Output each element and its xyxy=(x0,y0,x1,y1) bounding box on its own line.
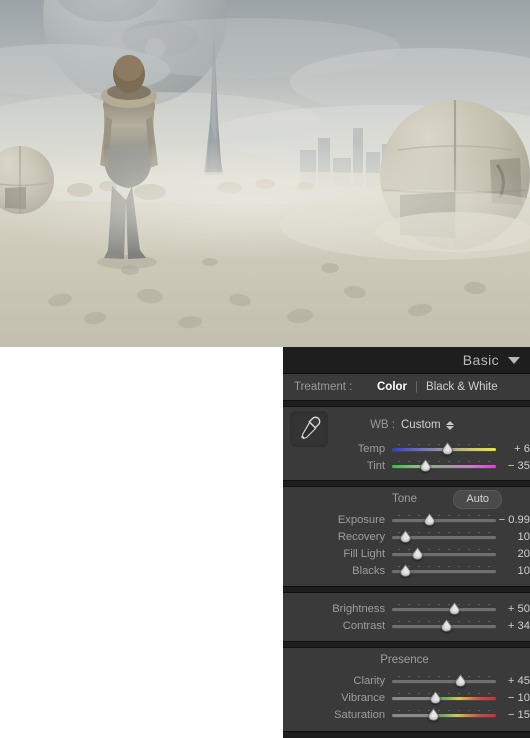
slider-value[interactable]: + 45 xyxy=(498,675,530,687)
wb-preset-value: Custom xyxy=(401,419,441,431)
slider-handle[interactable] xyxy=(448,602,461,615)
wb-preset-dropdown[interactable]: Custom xyxy=(401,419,454,431)
slider-row-tint: Tint − 35 xyxy=(283,457,530,474)
tone-section-header: Tone Auto xyxy=(283,487,530,511)
slider-tick-marks xyxy=(394,460,495,463)
slider-value[interactable]: − 10 xyxy=(498,692,530,704)
slider-handle[interactable] xyxy=(429,691,442,704)
slider-row-brightness: Brightness + 50 xyxy=(283,600,530,617)
presence-block: Presence Clarity + 45 Vibrance − 10 Saturati… xyxy=(283,647,530,732)
white-balance-selector-well[interactable] xyxy=(290,411,328,447)
slider-track-exposure[interactable] xyxy=(392,513,497,526)
slider-track-line xyxy=(392,697,497,700)
slider-handle[interactable] xyxy=(441,442,454,455)
slider-label: Blacks xyxy=(352,564,386,577)
brightness-contrast-block: Brightness + 50 Contrast + 34 xyxy=(283,592,530,642)
slider-handle[interactable] xyxy=(423,513,436,526)
panel-title: Basic xyxy=(462,352,499,368)
treatment-option-color[interactable]: Color xyxy=(377,381,407,393)
tone-sliders: Exposure − 0.99 Recovery 10 Fill Light 20 Blac… xyxy=(283,511,530,579)
slider-tick-marks xyxy=(394,692,495,695)
slider-track-brightness[interactable] xyxy=(392,602,497,615)
presence-title: Presence xyxy=(380,654,429,666)
slider-label: Brightness xyxy=(332,602,386,615)
slider-handle[interactable] xyxy=(411,547,424,560)
slider-label: Tint xyxy=(366,459,386,472)
treatment-row: Treatment : Color | Black & White xyxy=(283,374,530,400)
slider-handle[interactable] xyxy=(399,564,412,577)
slider-tick-marks xyxy=(394,548,495,551)
slider-track-fill-light[interactable] xyxy=(392,547,497,560)
basic-panel-header[interactable]: Basic xyxy=(283,347,530,373)
slider-track-clarity[interactable] xyxy=(392,674,497,687)
blank-workspace-area xyxy=(0,347,283,738)
slider-label: Fill Light xyxy=(343,547,386,560)
slider-value[interactable]: 20 xyxy=(498,548,530,560)
slider-track-vibrance[interactable] xyxy=(392,691,497,704)
slider-track-line xyxy=(392,608,497,611)
slider-handle[interactable] xyxy=(454,674,467,687)
slider-value[interactable]: − 35 xyxy=(498,460,530,472)
treatment-separator: | xyxy=(415,381,419,393)
slider-value[interactable]: 10 xyxy=(498,531,530,543)
slider-value[interactable]: − 15 xyxy=(498,709,530,721)
slider-handle[interactable] xyxy=(427,708,440,721)
slider-tick-marks xyxy=(394,675,495,678)
develop-right-panel: Basic Treatment : Color | Black & White … xyxy=(283,347,530,738)
slider-row-vibrance: Vibrance − 10 xyxy=(283,689,530,706)
treatment-option-black-and-white[interactable]: Black & White xyxy=(426,381,498,393)
white-balance-block: WB : Custom Temp + 6 Tint − 35 xyxy=(283,406,530,481)
tone-title: Tone xyxy=(392,493,417,505)
slider-value[interactable]: + 50 xyxy=(498,603,530,615)
slider-handle[interactable] xyxy=(440,619,453,632)
slider-track-contrast[interactable] xyxy=(392,619,497,632)
slider-track-recovery[interactable] xyxy=(392,530,497,543)
eyedropper-icon xyxy=(301,416,321,440)
treatment-label: Treatment : xyxy=(294,381,353,393)
slider-value[interactable]: − 0.99 xyxy=(498,514,530,526)
photo-artwork xyxy=(0,0,530,347)
slider-value[interactable]: + 34 xyxy=(498,620,530,632)
slider-label: Recovery xyxy=(337,530,386,543)
presence-section-header: Presence xyxy=(283,648,530,672)
slider-tick-marks xyxy=(394,603,495,606)
chevron-down-icon[interactable] xyxy=(508,356,520,364)
slider-row-exposure: Exposure − 0.99 xyxy=(283,511,530,528)
slider-track-line xyxy=(392,519,497,522)
slider-track-tint[interactable] xyxy=(392,459,497,472)
presence-sliders: Clarity + 45 Vibrance − 10 Saturation − 15 xyxy=(283,672,530,723)
treatment-block: Treatment : Color | Black & White xyxy=(283,373,530,401)
slider-row-saturation: Saturation − 15 xyxy=(283,706,530,723)
slider-tick-marks xyxy=(394,514,495,517)
slider-row-contrast: Contrast + 34 xyxy=(283,617,530,634)
slider-track-line xyxy=(392,553,497,556)
slider-value[interactable]: 10 xyxy=(498,565,530,577)
slider-track-line xyxy=(392,680,497,683)
slider-row-fill-light: Fill Light 20 xyxy=(283,545,530,562)
slider-track-temp[interactable] xyxy=(392,442,497,455)
slider-label: Contrast xyxy=(342,619,386,632)
slider-handle[interactable] xyxy=(399,530,412,543)
stepper-updown-icon[interactable] xyxy=(445,420,454,430)
slider-row-clarity: Clarity + 45 xyxy=(283,672,530,689)
slider-track-line xyxy=(392,714,497,717)
slider-label: Vibrance xyxy=(341,691,386,704)
slider-label: Exposure xyxy=(337,513,386,526)
slider-label: Clarity xyxy=(353,674,386,687)
slider-tick-marks xyxy=(394,709,495,712)
slider-row-blacks: Blacks 10 xyxy=(283,562,530,579)
auto-tone-button[interactable]: Auto xyxy=(453,490,502,509)
slider-row-recovery: Recovery 10 xyxy=(283,528,530,545)
slider-value[interactable]: + 6 xyxy=(498,443,530,455)
slider-track-blacks[interactable] xyxy=(392,564,497,577)
slider-track-saturation[interactable] xyxy=(392,708,497,721)
brightness-sliders: Brightness + 50 Contrast + 34 xyxy=(283,600,530,634)
tone-block: Tone Auto Exposure − 0.99 Recovery 10 Fill L… xyxy=(283,486,530,587)
slider-handle[interactable] xyxy=(419,459,432,472)
slider-label: Saturation xyxy=(334,708,386,721)
photo-preview xyxy=(0,0,530,347)
slider-track-line xyxy=(392,465,497,468)
